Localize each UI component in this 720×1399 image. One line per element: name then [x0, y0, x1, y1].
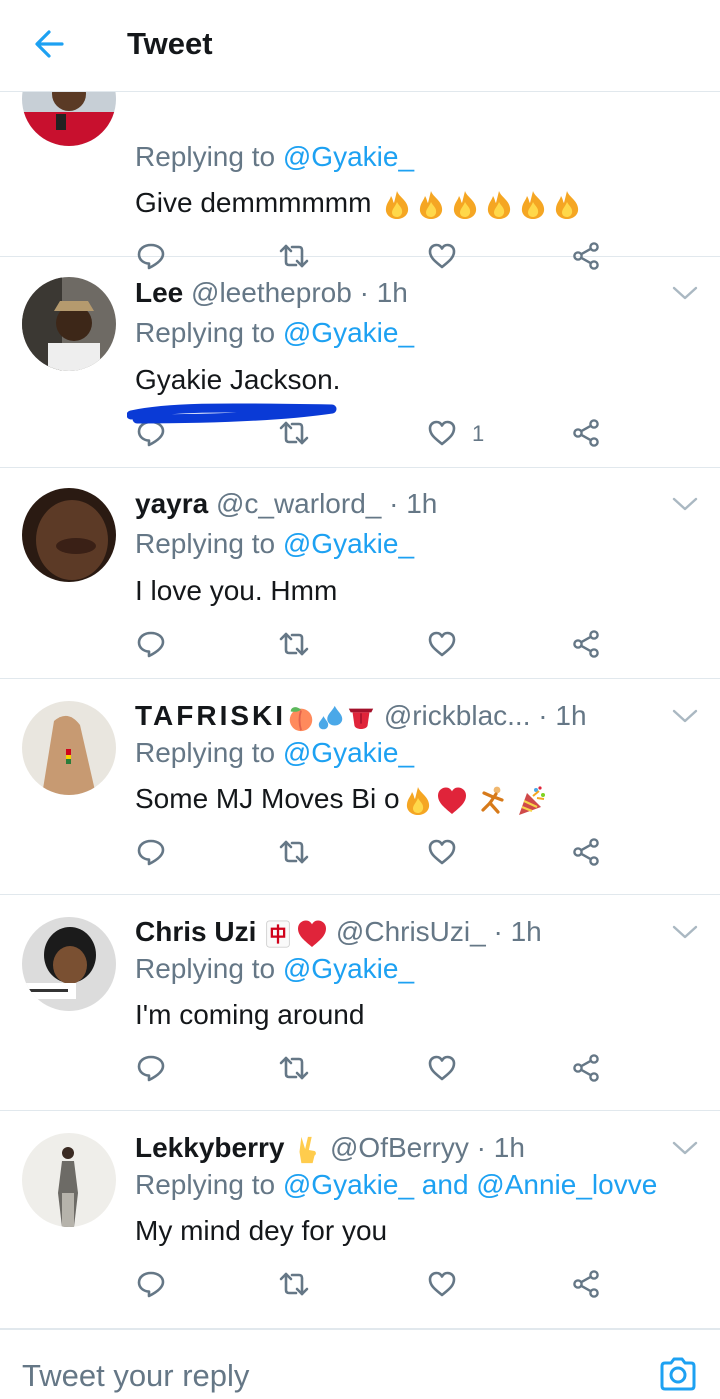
reply-tweet[interactable]: yayra @c_warlord_ · 1h Replying to @Gyak…	[0, 468, 720, 679]
like-count: 1	[472, 421, 485, 446]
like-icon[interactable]	[427, 629, 457, 659]
avatar[interactable]	[22, 488, 116, 582]
tweet-text: I'm coming around	[135, 999, 365, 1030]
tweet-header: Lee @leetheprob · 1h	[135, 277, 408, 308]
timestamp[interactable]: 1h	[406, 488, 437, 519]
tweet-text: I love you. Hmm	[135, 575, 338, 606]
red-heart-emoji	[296, 918, 328, 950]
user-handle[interactable]: @c_warlord_	[216, 488, 381, 519]
mention-link[interactable]: @Gyakie_	[283, 737, 414, 768]
reply-icon[interactable]	[136, 1269, 166, 1299]
marker-scribble	[127, 403, 337, 424]
user-handle[interactable]: @leetheprob	[191, 277, 352, 308]
reply-tweet[interactable]: Replying to @Gyakie_ Give demmmmmm	[0, 92, 720, 257]
chevron-down-icon[interactable]	[672, 923, 698, 941]
retweet-icon[interactable]	[279, 1269, 309, 1299]
reply-input[interactable]: Tweet your reply	[22, 1358, 249, 1394]
fire-emoji	[415, 189, 447, 221]
peach-emoji	[286, 703, 316, 733]
like-icon[interactable]	[427, 418, 457, 448]
replying-to: Replying to @Gyakie_	[135, 737, 415, 768]
retweet-icon[interactable]	[279, 837, 309, 867]
chevron-down-icon[interactable]	[672, 707, 698, 725]
tweet-header: Chris Uzi @ChrisUzi_ · 1h	[135, 914, 542, 950]
avatar[interactable]	[22, 701, 116, 795]
tongue-emoji	[346, 703, 376, 733]
tweet-header: TAFRISKI @rickblac... · 1h	[135, 700, 587, 733]
avatar[interactable]	[22, 917, 116, 1011]
share-icon[interactable]	[571, 1269, 601, 1299]
retweet-icon[interactable]	[279, 1053, 309, 1083]
display-name[interactable]: Lekkyberry	[135, 1132, 284, 1163]
fire-emoji	[402, 785, 434, 817]
red-heart-emoji	[436, 785, 468, 817]
page-title: Tweet	[127, 26, 213, 61]
avatar[interactable]	[22, 277, 116, 371]
fire-emoji	[449, 189, 481, 221]
replying-to: Replying to @Gyakie_	[135, 317, 415, 348]
mention-link[interactable]: @Annie_lovve	[476, 1169, 657, 1200]
display-name[interactable]: TAFRISKI	[135, 700, 286, 731]
reply-icon[interactable]	[136, 1053, 166, 1083]
share-icon[interactable]	[571, 837, 601, 867]
dancing-figure-emoji	[476, 785, 508, 817]
tweet-text: My mind dey for you	[135, 1215, 388, 1246]
chevron-down-icon[interactable]	[672, 284, 698, 302]
avatar[interactable]	[22, 1133, 116, 1227]
party-popper-emoji	[516, 785, 548, 817]
replying-to: Replying to @Gyakie_	[135, 953, 415, 984]
mention-link[interactable]: @Gyakie_	[283, 141, 414, 172]
share-icon[interactable]	[571, 629, 601, 659]
mention-link[interactable]: @Gyakie_	[283, 1169, 414, 1200]
user-handle[interactable]: @ChrisUzi_	[336, 916, 486, 947]
back-arrow-icon[interactable]	[28, 24, 72, 64]
replying-to: Replying to @Gyakie_ and @Annie_lovve	[135, 1169, 658, 1200]
replying-to: Replying to @Gyakie_	[135, 141, 415, 172]
user-handle[interactable]: @OfBerryy	[330, 1132, 469, 1163]
tweet-header: yayra @c_warlord_ · 1h	[135, 488, 438, 519]
fire-emoji	[517, 189, 549, 221]
share-icon[interactable]	[571, 1053, 601, 1083]
display-name[interactable]: yayra	[135, 488, 208, 519]
timestamp[interactable]: 1h	[511, 916, 542, 947]
mention-link[interactable]: @Gyakie_	[283, 528, 414, 559]
mention-link[interactable]: @Gyakie_	[283, 317, 414, 348]
chevron-down-icon[interactable]	[672, 1139, 698, 1157]
mention-link[interactable]: @Gyakie_	[283, 953, 414, 984]
reply-tweet[interactable]: Lekkyberry @OfBerryy · 1h Replying to @G…	[0, 1111, 720, 1328]
reply-tweet[interactable]: Lee @leetheprob · 1h Replying to @Gyakie…	[0, 257, 720, 468]
timestamp[interactable]: 1h	[555, 700, 586, 731]
chevron-down-icon[interactable]	[672, 495, 698, 513]
like-icon[interactable]	[427, 1269, 457, 1299]
avatar[interactable]	[22, 92, 116, 146]
app-header: Tweet	[0, 0, 720, 92]
share-icon[interactable]	[571, 418, 601, 448]
reply-icon[interactable]	[136, 837, 166, 867]
tweet-header: Lekkyberry @OfBerryy · 1h	[135, 1130, 525, 1166]
tweet-text: Some MJ Moves Bi o	[135, 781, 548, 817]
reply-tweet[interactable]: Chris Uzi @ChrisUzi_ · 1h Replying to @G…	[0, 895, 720, 1111]
like-icon[interactable]	[427, 837, 457, 867]
mahjong-red-dragon-emoji	[264, 919, 292, 949]
fire-emoji	[483, 189, 515, 221]
sweat-droplets-emoji	[316, 703, 346, 733]
reply-icon[interactable]	[136, 629, 166, 659]
tweet-text: Gyakie Jackson.	[135, 364, 341, 395]
user-handle[interactable]: @rickblac...	[384, 700, 531, 731]
like-icon[interactable]	[427, 1053, 457, 1083]
fire-emoji	[551, 189, 583, 221]
reply-list: Replying to @Gyakie_ Give demmmmmm Lee @…	[0, 92, 720, 1328]
reply-composer: Tweet your reply	[0, 1328, 720, 1399]
timestamp[interactable]: 1h	[494, 1132, 525, 1163]
tweet-text: Give demmmmmm	[135, 185, 583, 221]
fire-emoji	[381, 189, 413, 221]
retweet-icon[interactable]	[279, 629, 309, 659]
display-name[interactable]: Chris Uzi	[135, 916, 256, 947]
timestamp[interactable]: 1h	[377, 277, 408, 308]
victory-hand-emoji	[292, 1134, 322, 1166]
reply-tweet[interactable]: TAFRISKI @rickblac... · 1h Replying to @…	[0, 679, 720, 895]
replying-to: Replying to @Gyakie_	[135, 528, 415, 559]
display-name[interactable]: Lee	[135, 277, 183, 308]
camera-icon[interactable]	[658, 1356, 698, 1392]
